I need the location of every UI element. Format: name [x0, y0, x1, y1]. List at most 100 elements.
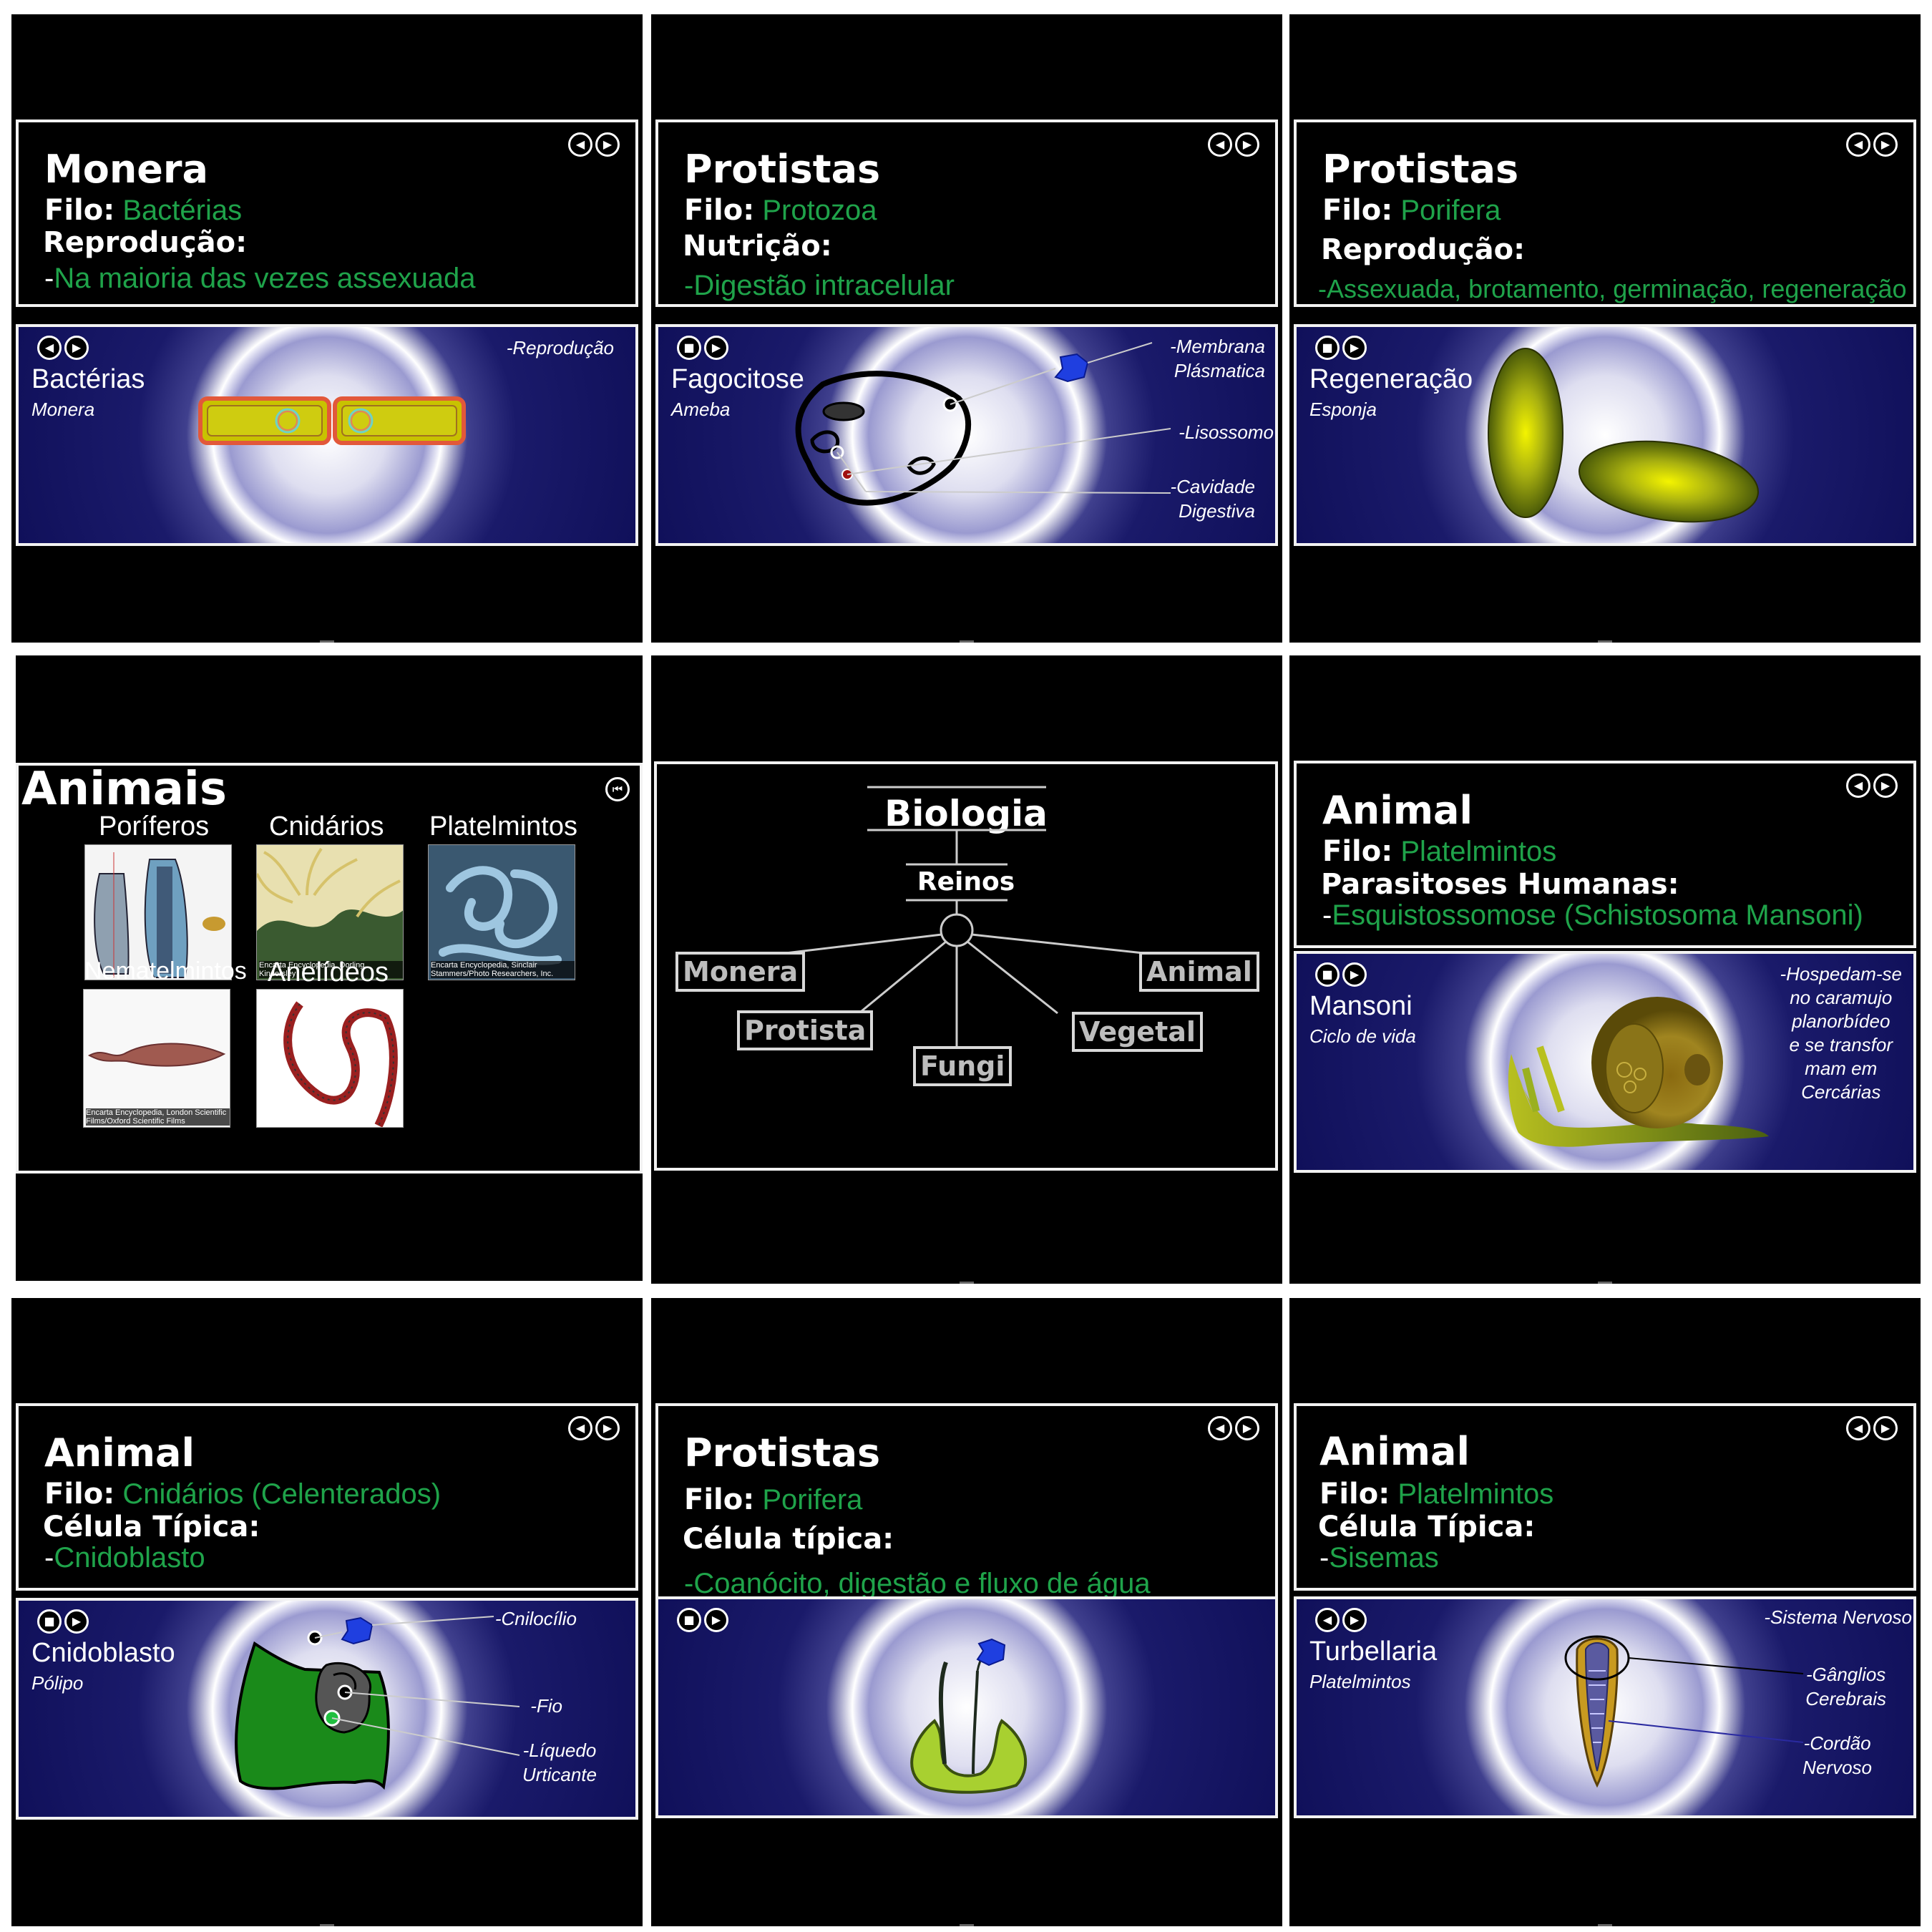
- animation-scene: ◀ ▶ Bactérias Monera -Reprodução: [16, 324, 638, 546]
- cnidoblast-illustration: [235, 1616, 520, 1790]
- next-icon[interactable]: ▶: [1873, 132, 1898, 157]
- animation-scene: ■ ▶ Fagocitose Ameba -Membrana Plásmatic…: [655, 324, 1278, 546]
- prev-icon[interactable]: ◀: [1208, 132, 1232, 157]
- snail-illustration: [1508, 997, 1769, 1147]
- section-heading: Célula Típica:: [1318, 1511, 1536, 1543]
- kingdom-fungi[interactable]: Fungi: [913, 1046, 1013, 1086]
- caption-nematelmintos: Nematelmintos: [84, 957, 247, 985]
- planarian-illustration: [1564, 1635, 1804, 1788]
- kingdom-animal[interactable]: Animal: [1139, 952, 1259, 992]
- caption-cnidarios: Cnidários: [269, 811, 384, 841]
- choanocyte-illustration: [910, 1638, 1027, 1794]
- slide-animal-platelmintos-parasitoses: Animal ◀ ▶ Filo: Platelmintos Parasitose…: [1289, 655, 1921, 1284]
- animation-scene: ◀ ▶ Turbellaria Platelmintos -Sistema Ne…: [1294, 1596, 1916, 1818]
- detail-dash: -: [1319, 1542, 1330, 1574]
- filo-label: Filo:: [684, 194, 755, 227]
- filo-label: Filo:: [1322, 194, 1393, 227]
- header-box: Protistas ◀ ▶ Filo: Porifera Célula típi…: [655, 1403, 1278, 1611]
- image-anelideos[interactable]: [256, 989, 404, 1128]
- slide-nav: ◀ ▶: [1846, 1416, 1898, 1440]
- prev-icon[interactable]: ◀: [1846, 774, 1870, 798]
- prev-icon[interactable]: ◀: [1208, 1416, 1232, 1440]
- slide-protistas-porifera-regeneracao: Protistas ◀ ▶ Filo: Porifera Reprodução:…: [1289, 14, 1921, 643]
- next-icon[interactable]: ▶: [595, 132, 620, 157]
- caption-poriferos: Poríferos: [99, 811, 210, 841]
- slide-protistas-protozoa: Protistas ◀ ▶ Filo: Protozoa Nutrição: -…: [651, 14, 1282, 643]
- filo-line: Filo: Porifera: [684, 1483, 862, 1516]
- slide-handle: [320, 640, 334, 643]
- animation-scene: ■ ▶ Mansoni Ciclo de vida -Hospedam-se n…: [1294, 951, 1916, 1173]
- detail-text: -Digestão intracelular: [684, 270, 955, 301]
- section-heading: Reprodução:: [1321, 233, 1526, 266]
- kingdom-monera[interactable]: Monera: [675, 952, 806, 992]
- header-box: Animal ◀ ▶ Filo: Platelmintos Parasitose…: [1294, 761, 1916, 948]
- next-icon[interactable]: ▶: [1235, 132, 1259, 157]
- animation-scene: ■ ▶: [655, 1596, 1278, 1818]
- slide-nav: ◀ ▶: [568, 1416, 620, 1440]
- diagram-box: Biologia Reinos Monera Protista Fungi Ve…: [654, 761, 1278, 1171]
- image-platelmintos[interactable]: Encarta Encyclopedia, Sinclair Stammers/…: [428, 844, 575, 980]
- slide-nav: ◀ ▶: [568, 132, 620, 157]
- nematode-drawing: [87, 1043, 226, 1067]
- first-icon[interactable]: ⏮: [605, 777, 630, 801]
- slide-title: Animal: [44, 1430, 195, 1475]
- filo-value: Porifera: [762, 1484, 863, 1516]
- next-icon[interactable]: ▶: [1873, 774, 1898, 798]
- filo-value: Porifera: [1400, 195, 1501, 226]
- prev-icon[interactable]: ◀: [568, 132, 592, 157]
- slide-nav: ◀ ▶: [1846, 132, 1898, 157]
- filo-line: Filo: Platelmintos: [1322, 835, 1556, 868]
- filo-value: Cnidários (Celenterados): [122, 1478, 441, 1510]
- slide-title: Protistas: [684, 1430, 881, 1475]
- filo-value: Platelmintos: [1397, 1478, 1554, 1510]
- sponge-illustration: [1488, 348, 1759, 523]
- filo-label: Filo:: [44, 1478, 115, 1511]
- detail-text: Esquistossomose (Schistosoma Mansoni): [1332, 899, 1863, 931]
- slide-handle: [1598, 1924, 1612, 1926]
- filo-label: Filo:: [44, 194, 115, 227]
- header-box: Animal ◀ ▶ Filo: Platelmintos Célula Típ…: [1294, 1403, 1916, 1591]
- prev-icon[interactable]: ◀: [1846, 1416, 1870, 1440]
- credit-platelmintos: Encarta Encyclopedia, Sinclair Stammers/…: [431, 961, 575, 978]
- slide-nav: ◀ ▶: [1208, 132, 1259, 157]
- section-heading: Parasitoses Humanas:: [1321, 868, 1679, 901]
- animation-scene: ■ ▶ Regeneração Esponja: [1294, 324, 1916, 546]
- filo-value: Protozoa: [762, 195, 877, 226]
- detail-text: Na maioria das vezes assexuada: [54, 263, 476, 294]
- kingdom-vegetal[interactable]: Vegetal: [1072, 1012, 1203, 1052]
- slide-title: Protistas: [684, 147, 881, 192]
- next-icon[interactable]: ▶: [1873, 1416, 1898, 1440]
- credit-nematelmintos: Encarta Encyclopedia, London Scientific …: [86, 1108, 230, 1126]
- detail-line: -Cnidoblasto: [44, 1542, 205, 1574]
- slide-title: Monera: [44, 147, 208, 192]
- header-box: Monera ◀ ▶ Filo: Bactérias Reprodução: -…: [16, 119, 638, 307]
- slide-handle: [960, 1282, 974, 1284]
- detail-line: -Na maioria das vezes assexuada: [44, 263, 476, 295]
- slide-title: Animais: [21, 763, 227, 816]
- next-icon[interactable]: ▶: [1235, 1416, 1259, 1440]
- kingdom-protista[interactable]: Protista: [737, 1010, 874, 1050]
- detail-text: -Coanócito, digestão e fluxo de água: [684, 1568, 1151, 1599]
- slide-title: Animal: [1322, 788, 1473, 833]
- detail-text: Cnidoblasto: [54, 1542, 205, 1574]
- filo-line: Filo: Protozoa: [684, 194, 877, 227]
- image-nematelmintos[interactable]: Encarta Encyclopedia, London Scientific …: [83, 989, 230, 1128]
- worm-drawing: [429, 845, 575, 980]
- slide-handle: [320, 1924, 334, 1926]
- detail-line: -Sisemas: [1319, 1542, 1439, 1574]
- slide-handle: [960, 1924, 974, 1926]
- slide-title: Animal: [1319, 1429, 1470, 1474]
- slide-biologia-reinos: Biologia Reinos Monera Protista Fungi Ve…: [651, 655, 1282, 1284]
- animais-box: Animais ⏮ Poríferos Cnidários Encarta En…: [16, 763, 643, 1174]
- caption-anelideos: Anelídeos: [268, 957, 389, 987]
- next-icon[interactable]: ▶: [595, 1416, 620, 1440]
- detail-dash: -: [44, 1542, 54, 1574]
- prev-icon[interactable]: ◀: [568, 1416, 592, 1440]
- detail-dash: -: [1322, 899, 1332, 931]
- filo-label: Filo:: [1319, 1478, 1390, 1511]
- prev-icon[interactable]: ◀: [1846, 132, 1870, 157]
- slide-nav: ◀ ▶: [1208, 1416, 1259, 1440]
- filo-value: Platelmintos: [1400, 836, 1557, 867]
- filo-line: Filo: Cnidários (Celenterados): [44, 1478, 441, 1511]
- slide-animal-cnidarios: Animal ◀ ▶ Filo: Cnidários (Celenterados…: [11, 1298, 643, 1926]
